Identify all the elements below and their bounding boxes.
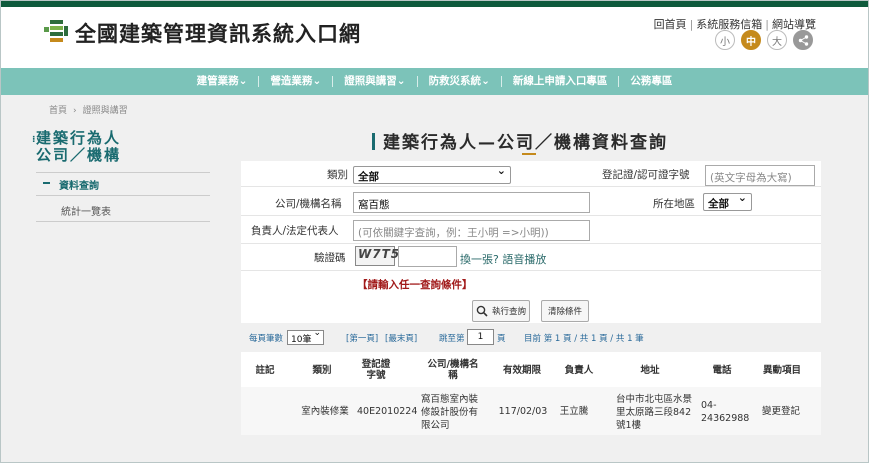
captcha-links: 換一張? 語音播放 [460,251,546,267]
category-label: 類別 [327,169,348,181]
nav-item-building-admin[interactable]: 建管業務⌄ [186,76,260,87]
font-medium-button[interactable]: 中 [741,30,761,50]
owner-input[interactable]: (可依關鍵字查詢，例：王小明 =>小明)) [353,220,590,241]
col-header-phone: 電話 [712,365,732,376]
home-link[interactable]: 回首頁 [654,18,687,31]
clear-button[interactable]: 清除條件 [541,300,589,322]
captcha-input[interactable] [398,246,457,267]
search-icon [476,305,488,317]
font-small-button[interactable]: 小 [715,30,735,50]
cell-expiry: 117/02/03 [498,406,548,417]
font-size-controls: 小 中 大 [715,30,813,50]
owner-label: 負責人/法定代表人 [251,225,339,237]
reg-number-label: 登記證/認可證字號 [602,169,690,181]
warning-message: 【請輸入任一查詢條件】 [357,279,473,291]
captcha-image: W7T5 [355,246,399,266]
nav-item-construction[interactable]: 營造業務⌄ [259,75,334,87]
cell-change: 變更登記 [761,406,800,417]
cell-company[interactable]: 窩百態室內裝修設計股份有限公司 [421,393,487,432]
captcha-refresh-link[interactable]: 換一張? [460,253,499,266]
col-header-reg-number: 登記證字號 [361,359,391,381]
cell-category: 室內裝修業 [301,406,349,417]
site-logo-icon[interactable] [44,18,68,44]
cell-reg-number: 40E2010224 [357,406,418,417]
col-header-category: 類別 [312,365,332,376]
sidebar-title: ⁝ 建築行為人 公司／機構 [32,129,122,164]
nav-item-licenses[interactable]: 證照與講習⌄ [333,75,418,87]
reg-number-input[interactable]: (英文字母為大寫) [705,165,815,186]
goto-unit: 頁 [497,334,506,344]
sidebar-item-query[interactable]: 資料查詢 [43,177,99,192]
per-page-label: 每頁筆數 [249,334,284,344]
page-summary: 目前 第 1 頁 / 共 1 頁 / 共 1 筆 [524,334,644,344]
cell-address: 台中市北屯區水景里太原路三段842號1樓 [616,394,693,431]
font-large-button[interactable]: 大 [767,30,787,50]
title-underline [522,153,536,155]
per-page-select[interactable]: 10筆 [287,328,324,345]
sidebar-divider [36,221,210,222]
goto-page-input[interactable]: 1 [467,329,494,345]
chevron-down-icon: ⌄ [481,75,490,87]
first-page-link[interactable]: [第一頁] [346,332,378,344]
company-name-label: 公司/機構名稱 [275,198,342,210]
search-button[interactable]: 執行查詢 [472,300,530,322]
sidebar-divider [36,195,210,196]
goto-label: 跳至第 [439,334,465,344]
dots-icon: ⁝ [32,135,36,145]
breadcrumb-home[interactable]: 首頁 [49,106,67,116]
chevron-right-icon: › [73,106,77,116]
page-title: 建築行為人—公司／機構資料查詢 [372,128,668,153]
cell-phone: 04-24362988 [701,400,750,424]
main-nav: 建管業務⌄ 營造業務⌄ 證照與講習⌄ 防救災系統⌄ 新線上申請入口專區 公務專區 [1,68,868,95]
chevron-down-icon: ⌄ [312,75,322,87]
col-header-address: 地址 [640,365,660,376]
share-button[interactable] [793,30,813,50]
cell-owner: 王立騰 [559,406,589,417]
region-label: 所在地區 [653,198,695,210]
share-icon [798,34,808,46]
col-header-note: 註記 [255,365,275,376]
breadcrumb: 首頁 › 證照與講習 [49,103,128,116]
sidebar-item-statistics[interactable]: 統計一覽表 [61,203,111,218]
nav-item-online-apply[interactable]: 新線上申請入口專區 [502,76,620,87]
last-page-link[interactable]: [最末頁] [385,332,417,344]
col-header-company: 公司/機構名稱 [427,359,479,381]
chevron-down-icon: ⌄ [396,75,406,87]
site-title[interactable]: 全國建築管理資訊系統入口網 [75,18,361,48]
col-header-expiry: 有效期限 [502,365,541,376]
chevron-down-icon: ⌄ [238,75,248,87]
captcha-audio-link[interactable]: 語音播放 [502,253,546,266]
category-select[interactable]: 全部 [353,164,511,184]
col-header-owner: 負責人 [564,365,594,376]
region-select[interactable]: 全部 [703,191,752,211]
nav-item-disaster[interactable]: 防救災系統⌄ [418,76,502,87]
col-header-change: 異動項目 [762,365,801,376]
company-name-input[interactable]: 窩百態 [353,192,590,213]
breadcrumb-current[interactable]: 證照與講習 [83,106,128,116]
sidebar-divider [36,172,210,173]
captcha-label: 驗證碼 [314,252,346,264]
nav-item-official[interactable]: 公務專區 [619,76,683,87]
